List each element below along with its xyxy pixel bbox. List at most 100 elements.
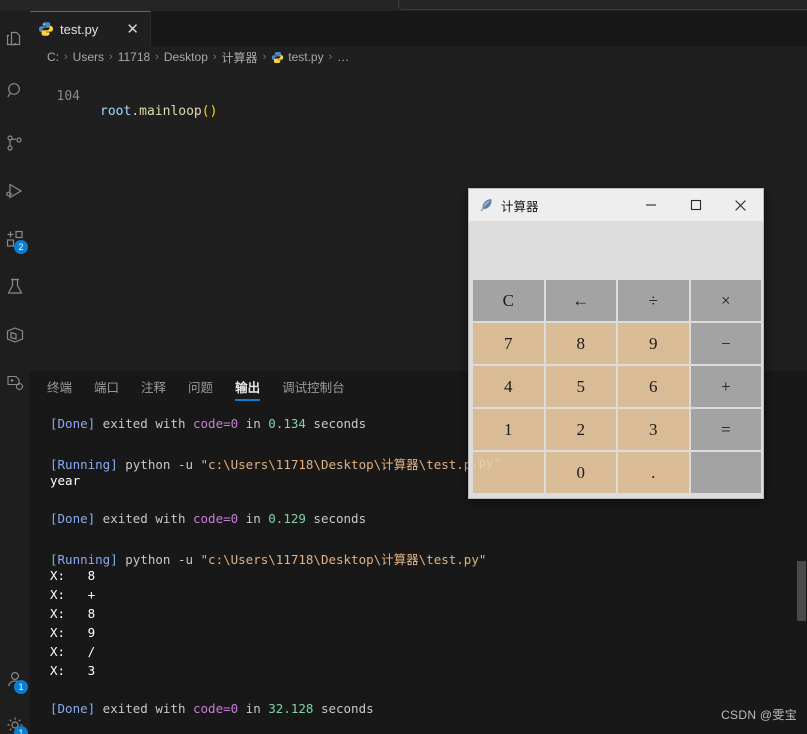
key-clear[interactable]: C bbox=[473, 280, 544, 321]
key-plus[interactable]: + bbox=[690, 366, 761, 407]
settings-badge: 1 bbox=[14, 726, 28, 734]
cpp-config-icon[interactable] bbox=[0, 363, 30, 403]
key-label: C bbox=[502, 290, 514, 310]
breadcrumb-item-2[interactable]: 11718 bbox=[118, 50, 150, 64]
python-icon bbox=[38, 21, 54, 37]
console-running-line: [Running] python -u "c:\Users\11718\Desk… bbox=[50, 552, 487, 567]
console-scrollbar[interactable] bbox=[797, 406, 807, 734]
source-control-icon[interactable] bbox=[0, 123, 30, 163]
key-minus[interactable]: − bbox=[690, 323, 761, 364]
breadcrumb-separator-1: › bbox=[109, 51, 113, 63]
key-label: . bbox=[651, 462, 656, 482]
accounts-badge: 1 bbox=[14, 680, 28, 694]
testing-icon[interactable] bbox=[0, 267, 30, 307]
breadcrumb-item-4[interactable]: 计算器 bbox=[222, 49, 258, 66]
editor-tab-strip: test.py ✕ bbox=[30, 11, 807, 46]
key-divide[interactable]: ÷ bbox=[618, 280, 689, 321]
key-1[interactable]: 1 bbox=[473, 409, 544, 450]
key-label: 9 bbox=[649, 333, 658, 353]
manage-settings-icon[interactable]: 1 bbox=[0, 705, 30, 734]
tab-comments[interactable]: 注释 bbox=[141, 377, 166, 401]
window-title-bar bbox=[0, 0, 807, 11]
key-7[interactable]: 7 bbox=[473, 323, 544, 364]
tab-output[interactable]: 输出 bbox=[235, 377, 261, 401]
command-center-search[interactable] bbox=[398, 0, 807, 10]
key-label: 5 bbox=[576, 376, 586, 396]
key-empty-left[interactable]: .py" bbox=[473, 452, 544, 493]
breadcrumb-separator-2: › bbox=[155, 51, 159, 63]
vscode-window: 2 1 1 test.py ✕ C: › Users › 11718 › Des… bbox=[0, 0, 807, 734]
console-output-line: X: / bbox=[50, 644, 96, 659]
key-4[interactable]: 4 bbox=[473, 366, 544, 407]
tab-debug-console[interactable]: 调试控制台 bbox=[282, 377, 345, 401]
key-label: + bbox=[720, 376, 731, 396]
key-label: × bbox=[720, 290, 731, 310]
key-empty-right[interactable] bbox=[690, 452, 761, 493]
close-icon[interactable]: ✕ bbox=[123, 22, 142, 37]
key-label: 7 bbox=[504, 333, 513, 353]
key-label: = bbox=[720, 419, 731, 439]
key-label: 2 bbox=[576, 419, 586, 439]
code-token-mainloop: mainloop bbox=[139, 104, 202, 119]
tab-terminal[interactable]: 终端 bbox=[47, 377, 72, 401]
breadcrumb-item-1[interactable]: Users bbox=[73, 50, 104, 64]
calculator-window[interactable]: 计算器 C ← ÷ × 7 8 9 − 4 5 6 +1 2 3 = .py" 0. bbox=[468, 188, 764, 499]
console-done-line: [Done] exited with code=0 in 32.128 seco… bbox=[50, 701, 374, 716]
docker-icon[interactable] bbox=[0, 315, 30, 355]
console-output-line: X: 9 bbox=[50, 625, 96, 640]
tab-label: test.py bbox=[60, 21, 99, 37]
extensions-icon[interactable]: 2 bbox=[0, 219, 30, 259]
key-label: 3 bbox=[649, 419, 658, 439]
key-label: 0 bbox=[576, 462, 586, 482]
tab-problems[interactable]: 问题 bbox=[188, 377, 213, 401]
run-and-debug-icon[interactable] bbox=[0, 171, 30, 211]
breadcrumb-separator-5: › bbox=[328, 51, 333, 63]
key-5[interactable]: 5 bbox=[545, 366, 616, 407]
breadcrumb-separator-4: › bbox=[262, 51, 267, 63]
key-2[interactable]: 2 bbox=[545, 409, 616, 450]
key-3[interactable]: 3 bbox=[618, 409, 689, 450]
breadcrumb: C: › Users › 11718 › Desktop › 计算器 › tes… bbox=[30, 46, 807, 68]
console-done-line: [Done] exited with code=0 in 0.129 secon… bbox=[50, 511, 367, 526]
calculator-display bbox=[469, 221, 763, 277]
scrollbar-thumb[interactable] bbox=[797, 561, 806, 621]
extensions-badge: 2 bbox=[14, 240, 28, 254]
key-decimal[interactable]: . bbox=[618, 452, 689, 493]
explorer-icon[interactable] bbox=[0, 19, 30, 59]
calculator-window-controls bbox=[628, 189, 763, 221]
watermark: CSDN @雯宝 bbox=[721, 708, 797, 722]
code-line: 104 root.mainloop() bbox=[30, 74, 807, 119]
console-output-line: X: + bbox=[50, 587, 96, 602]
breadcrumb-item-5-label: test.py bbox=[288, 50, 324, 64]
python-icon bbox=[272, 51, 284, 63]
key-9[interactable]: 9 bbox=[618, 323, 689, 364]
breadcrumb-separator-3: › bbox=[212, 51, 217, 63]
breadcrumb-item-5[interactable]: test.py bbox=[271, 50, 324, 64]
key-6[interactable]: 6 bbox=[618, 366, 689, 407]
minimize-button[interactable] bbox=[628, 189, 673, 221]
key-label: 8 bbox=[576, 333, 586, 353]
tab-test-py[interactable]: test.py ✕ bbox=[30, 11, 151, 46]
breadcrumb-separator-0: › bbox=[64, 51, 68, 63]
close-button[interactable] bbox=[718, 189, 763, 221]
key-8[interactable]: 8 bbox=[545, 323, 616, 364]
tab-ports[interactable]: 端口 bbox=[94, 377, 119, 401]
maximize-button[interactable] bbox=[673, 189, 718, 221]
console-output-line: X: 8 bbox=[50, 568, 96, 583]
key-backspace[interactable]: ← bbox=[545, 280, 616, 321]
key-label: − bbox=[720, 333, 731, 353]
calculator-title-bar[interactable]: 计算器 bbox=[469, 189, 763, 221]
breadcrumb-item-3[interactable]: Desktop bbox=[164, 50, 208, 64]
accounts-icon[interactable]: 1 bbox=[0, 659, 30, 699]
key-equals[interactable]: = bbox=[690, 409, 761, 450]
calculator-keypad: C ← ÷ × 7 8 9 − 4 5 6 +1 2 3 = .py" 0. bbox=[471, 280, 763, 493]
code-text: root.mainloop() bbox=[100, 104, 217, 119]
breadcrumb-item-0[interactable]: C: bbox=[47, 50, 59, 64]
breadcrumb-item-6[interactable]: … bbox=[337, 50, 349, 64]
key-0[interactable]: 0 bbox=[545, 452, 616, 493]
search-icon[interactable] bbox=[0, 71, 30, 111]
key-multiply[interactable]: × bbox=[690, 280, 761, 321]
